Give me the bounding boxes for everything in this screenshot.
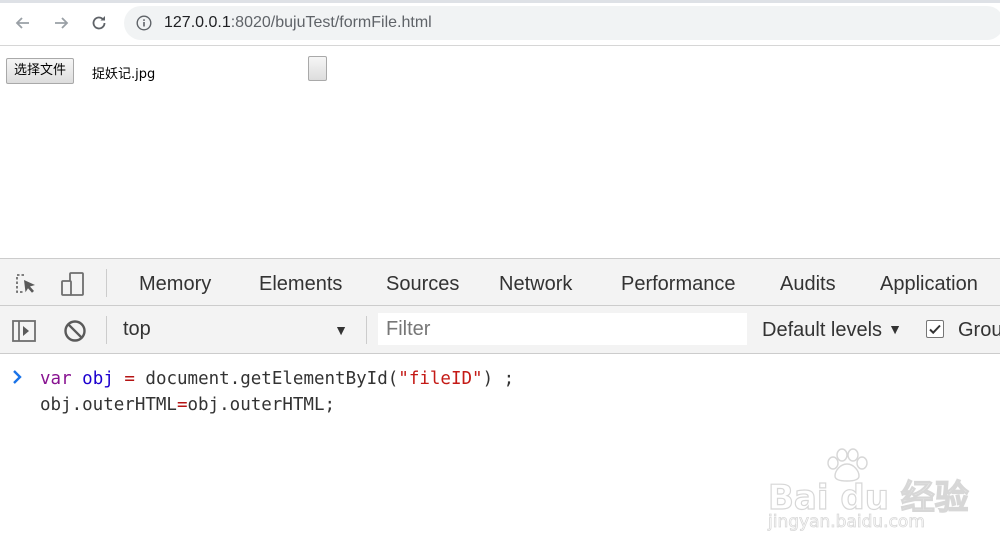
tab-audits[interactable]: Audits — [780, 272, 836, 296]
dropdown-triangle-icon: ▼ — [334, 322, 348, 338]
address-bar[interactable]: 127.0.0.1:8020/bujuTest/formFile.html — [124, 6, 1000, 40]
context-value: top — [123, 318, 151, 340]
tab-performance[interactable]: Performance — [621, 272, 736, 296]
console-input-code[interactable]: var obj = document.getElementById("fileI… — [40, 366, 514, 418]
code-operator: = — [124, 369, 135, 389]
dropdown-triangle-icon: ▼ — [888, 321, 902, 337]
empty-button[interactable] — [308, 56, 327, 81]
tab-memory[interactable]: Memory — [139, 272, 211, 296]
code-call-end: ) ; — [482, 369, 515, 389]
code-rhs: obj.outerHTML; — [187, 395, 336, 415]
toolbar-divider — [366, 316, 367, 344]
code-keyword: var — [40, 369, 72, 389]
forward-arrow-icon[interactable] — [50, 12, 72, 34]
log-levels-label: Default levels — [762, 319, 883, 341]
code-lhs: obj.outerHTML — [40, 395, 177, 415]
browser-toolbar: 127.0.0.1:8020/bujuTest/formFile.html — [0, 0, 1000, 46]
toolbar-divider — [106, 316, 107, 344]
prompt-chevron-icon — [11, 369, 25, 385]
url-text: 127.0.0.1:8020/bujuTest/formFile.html — [164, 13, 432, 33]
device-toolbar-icon[interactable] — [60, 271, 86, 297]
log-levels-dropdown[interactable]: Default levels ▼ — [762, 319, 902, 342]
code-operator: = — [176, 395, 188, 415]
console-filter-input[interactable] — [378, 313, 747, 345]
toolbar-divider — [106, 269, 107, 297]
context-selector[interactable]: top ▼ — [112, 316, 358, 344]
inspect-element-icon[interactable] — [13, 271, 39, 297]
tab-network[interactable]: Network — [499, 272, 572, 296]
page-content: 选择文件 捉妖记.jpg — [0, 47, 1000, 258]
code-string: "fileID" — [398, 369, 483, 389]
baidu-jingyan-watermark: Bai du 经验 jingyan.baidu.com — [760, 448, 969, 538]
clear-console-icon[interactable] — [62, 318, 88, 344]
code-call: document.getElementById( — [145, 369, 399, 389]
watermark-url: jingyan.baidu.com — [768, 512, 926, 533]
tab-elements[interactable]: Elements — [259, 272, 342, 296]
group-similar-label: Grou — [958, 319, 1000, 341]
devtools-tab-bar: Memory Elements Sources Network Performa… — [0, 258, 1000, 306]
code-variable: obj — [82, 369, 114, 389]
url-host: 127.0.0.1 — [164, 14, 231, 31]
group-similar-checkbox[interactable] — [926, 320, 944, 338]
url-path: :8020/bujuTest/formFile.html — [230, 14, 432, 31]
info-icon[interactable] — [136, 15, 152, 31]
console-sidebar-icon[interactable] — [11, 318, 37, 344]
tab-application[interactable]: Application — [880, 272, 978, 296]
console-toolbar: top ▼ Default levels ▼ Grou — [0, 306, 1000, 354]
selected-file-name: 捉妖记.jpg — [92, 67, 156, 82]
tab-sources[interactable]: Sources — [386, 272, 459, 296]
reload-icon[interactable] — [88, 12, 110, 34]
tab-strip-edge — [0, 0, 1000, 3]
choose-file-button[interactable]: 选择文件 — [6, 58, 75, 84]
back-arrow-icon[interactable] — [12, 12, 34, 34]
